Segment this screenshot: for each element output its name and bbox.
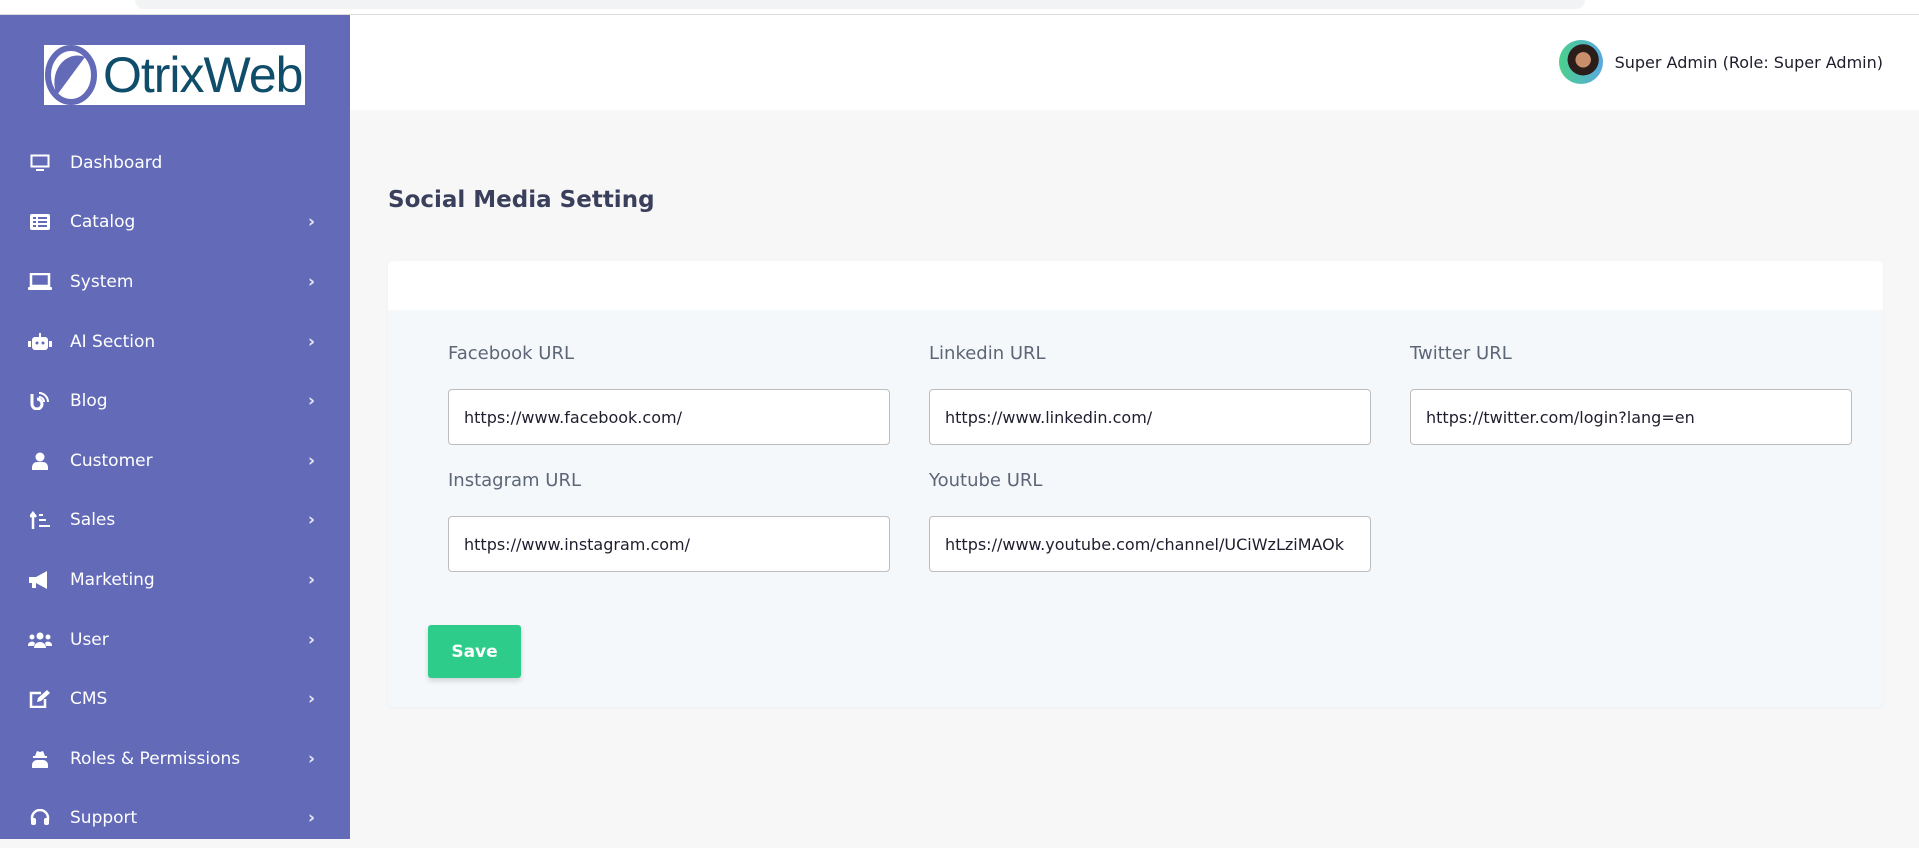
- sidebar-item-label: Dashboard: [70, 152, 163, 173]
- card-header: [388, 261, 1883, 310]
- sidebar-item-sales[interactable]: Sales ›: [0, 491, 350, 551]
- chevron-right-icon: ›: [308, 748, 316, 769]
- sidebar-item-label: System: [70, 271, 134, 292]
- chevron-right-icon: ›: [308, 629, 316, 650]
- sidebar-item-label: Blog: [70, 391, 108, 412]
- sidebar-item-ai-section[interactable]: AI Section ›: [0, 312, 350, 372]
- facebook-field: Facebook URL: [448, 343, 890, 445]
- top-header: Super Admin (Role: Super Admin): [350, 15, 1919, 110]
- sidebar-menu: Dashboard Catalog › System › AI Section › B…: [0, 133, 350, 848]
- sidebar-item-label: CMS: [70, 689, 108, 710]
- chevron-right-icon: ›: [308, 450, 316, 471]
- sidebar-item-catalog[interactable]: Catalog ›: [0, 193, 350, 253]
- sidebar-item-label: Catalog: [70, 212, 136, 233]
- sidebar-item-user[interactable]: User ›: [0, 610, 350, 670]
- twitter-field: Twitter URL: [1410, 343, 1852, 445]
- twitter-label: Twitter URL: [1410, 343, 1512, 364]
- page-title: Social Media Setting: [388, 187, 655, 213]
- avatar: [1558, 40, 1603, 84]
- facebook-label: Facebook URL: [448, 343, 575, 364]
- sidebar-item-label: Customer: [70, 450, 153, 471]
- sidebar-item-dashboard[interactable]: Dashboard: [0, 133, 350, 193]
- sidebar-item-label: Roles & Permissions: [70, 748, 241, 769]
- instagram-field: Instagram URL: [448, 470, 890, 572]
- instagram-label: Instagram URL: [448, 470, 582, 491]
- chevron-right-icon: ›: [308, 510, 316, 531]
- user-tie-icon: [28, 451, 52, 471]
- save-button[interactable]: Save: [428, 625, 521, 678]
- youtube-url-input[interactable]: [929, 516, 1371, 572]
- monitor-icon: [28, 153, 52, 173]
- chevron-right-icon: ›: [308, 689, 316, 710]
- sidebar-item-customer[interactable]: Customer ›: [0, 431, 350, 491]
- user-secret-icon: [28, 749, 52, 769]
- user-name: Super Admin (Role: Super Admin): [1614, 52, 1883, 72]
- youtube-label: Youtube URL: [929, 470, 1043, 491]
- sidebar-item-system[interactable]: System ›: [0, 252, 350, 312]
- linkedin-label: Linkedin URL: [929, 343, 1046, 364]
- laptop-icon: [28, 272, 52, 292]
- address-bar[interactable]: [135, 0, 1585, 9]
- sidebar-item-blog[interactable]: Blog ›: [0, 371, 350, 431]
- logo[interactable]: OtrixWeb: [44, 45, 305, 105]
- sidebar-item-label: Sales: [70, 510, 116, 531]
- megaphone-icon: [28, 570, 52, 590]
- sidebar: OtrixWeb Dashboard Catalog › System › AI S…: [0, 15, 350, 839]
- sidebar-item-roles-permissions[interactable]: Roles & Permissions ›: [0, 729, 350, 789]
- youtube-field: Youtube URL: [929, 470, 1371, 572]
- chevron-right-icon: ›: [308, 331, 316, 352]
- chevron-right-icon: ›: [308, 569, 316, 590]
- logo-text: OtrixWeb: [103, 47, 303, 103]
- social-media-form-card: Facebook URL Linkedin URL Twitter URL In…: [388, 261, 1883, 707]
- browser-strip: [0, 0, 1919, 15]
- linkedin-url-input[interactable]: [929, 389, 1371, 445]
- sidebar-item-label: AI Section: [70, 331, 156, 352]
- twitter-url-input[interactable]: [1410, 389, 1852, 445]
- user-menu[interactable]: Super Admin (Role: Super Admin): [1558, 40, 1883, 84]
- chevron-right-icon: ›: [308, 808, 316, 829]
- chevron-right-icon: ›: [308, 391, 316, 412]
- edit-icon: [28, 689, 52, 709]
- facebook-url-input[interactable]: [448, 389, 890, 445]
- chevron-right-icon: ›: [308, 271, 316, 292]
- sidebar-item-support[interactable]: Support ›: [0, 789, 350, 848]
- sidebar-item-cms[interactable]: CMS ›: [0, 669, 350, 729]
- headset-icon: [28, 808, 52, 828]
- sidebar-item-label: User: [70, 629, 109, 650]
- sidebar-item-label: Support: [70, 808, 138, 829]
- robot-icon: [28, 332, 52, 352]
- list-icon: [28, 212, 52, 232]
- sidebar-item-marketing[interactable]: Marketing ›: [0, 550, 350, 610]
- chevron-right-icon: ›: [308, 212, 316, 233]
- sidebar-item-label: Marketing: [70, 569, 155, 590]
- instagram-url-input[interactable]: [448, 516, 890, 572]
- users-icon: [28, 630, 52, 650]
- sort-amount-icon: [28, 510, 52, 530]
- linkedin-field: Linkedin URL: [929, 343, 1371, 445]
- blog-icon: [28, 391, 52, 411]
- logo-mark-icon: [45, 45, 97, 105]
